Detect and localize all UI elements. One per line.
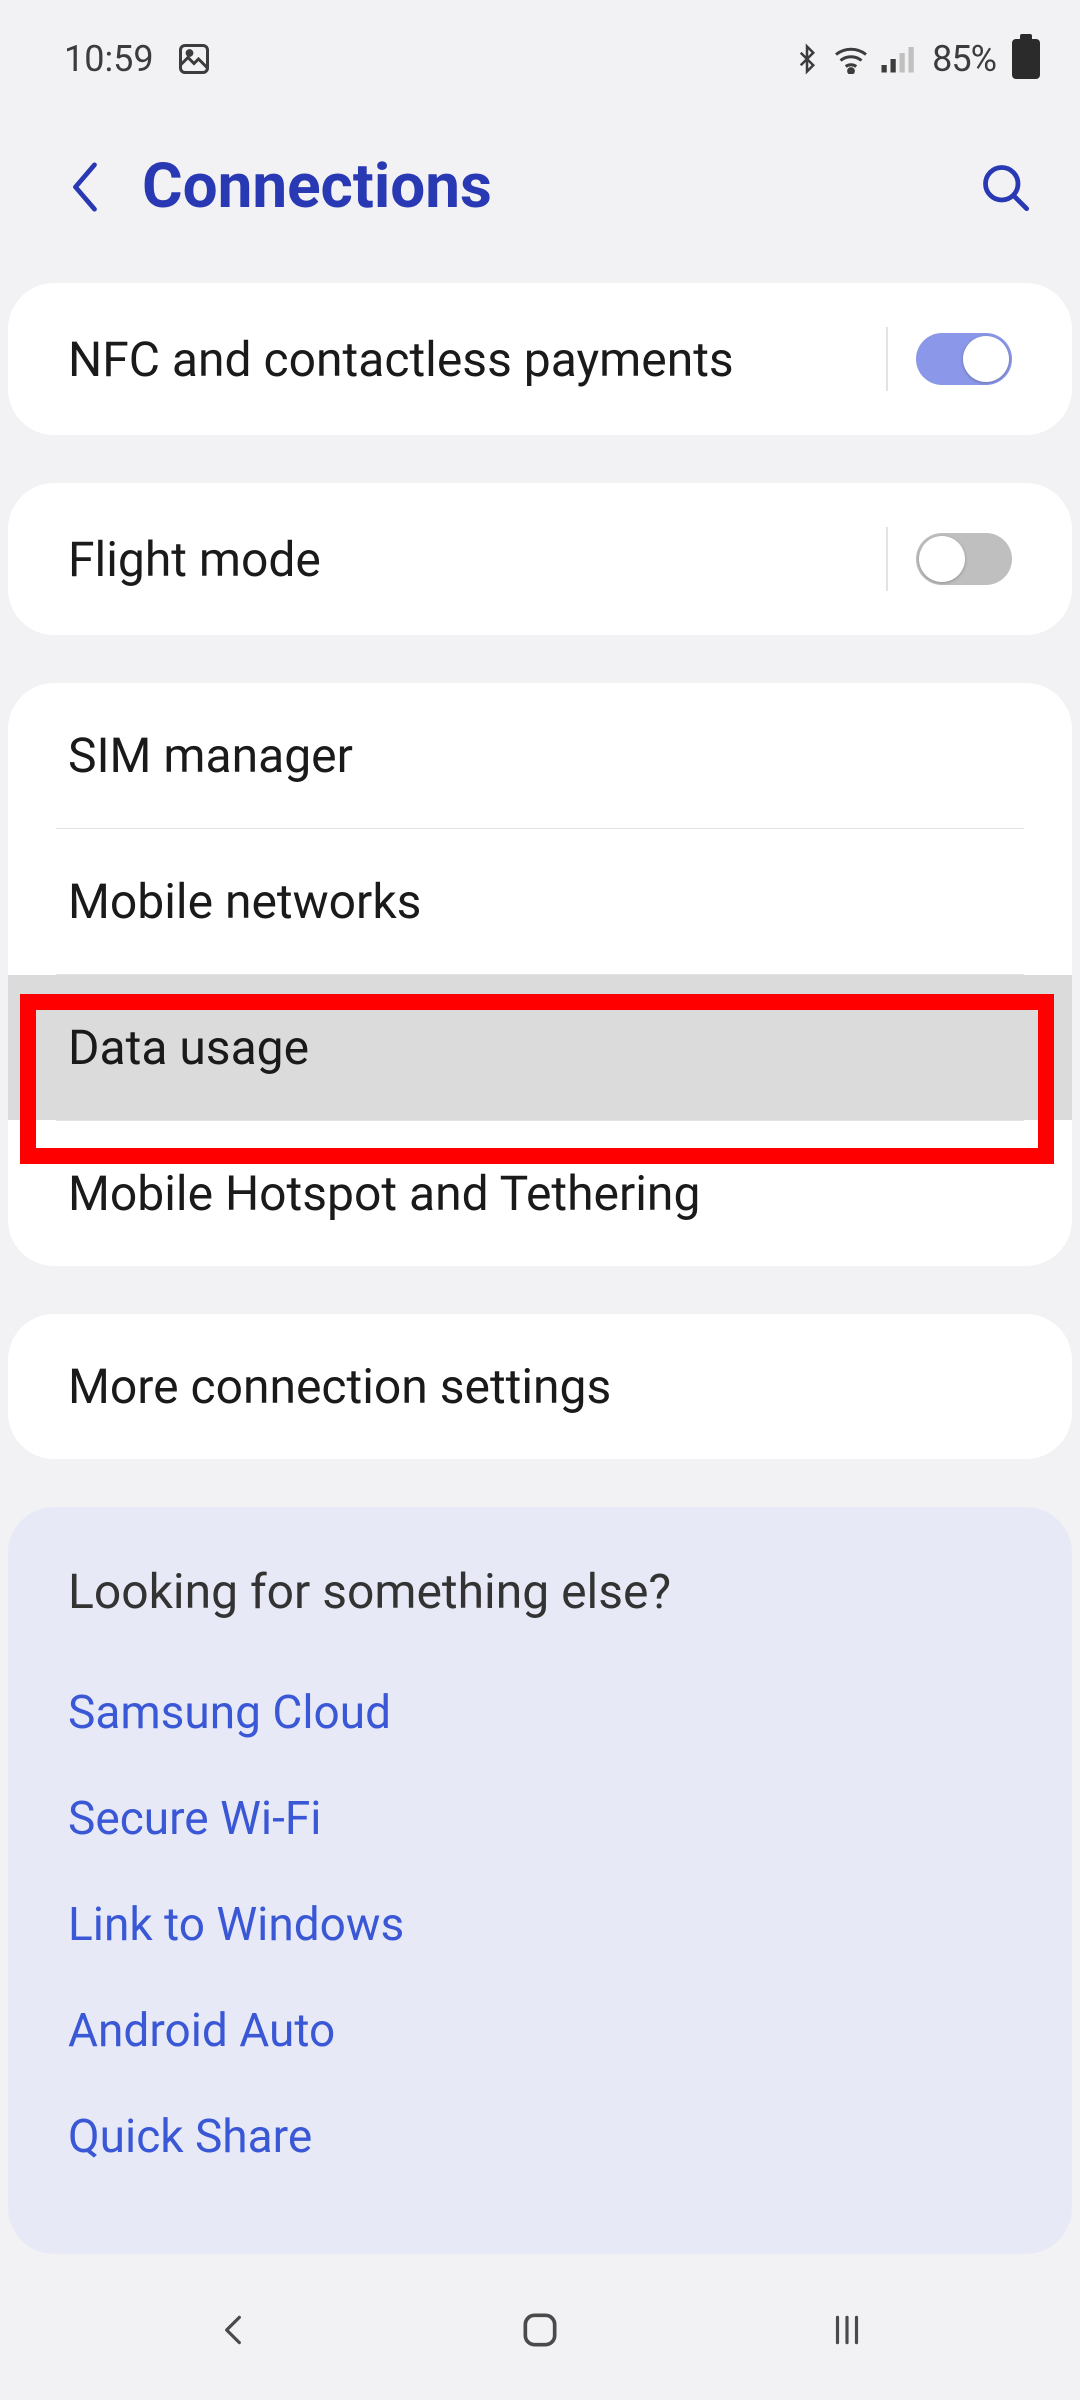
card-network-group: SIM manager Mobile networks Data usage M… <box>8 683 1072 1266</box>
row-label: More connection settings <box>68 1358 1012 1415</box>
status-bar: 10:59 <box>0 0 1080 90</box>
picture-icon <box>176 41 212 77</box>
suggestion-link-samsung-cloud[interactable]: Samsung Cloud <box>68 1660 1012 1766</box>
wifi-icon <box>832 44 870 74</box>
card-more-connection: More connection settings <box>8 1314 1072 1459</box>
suggestion-link-secure-wifi[interactable]: Secure Wi-Fi <box>68 1766 1012 1872</box>
suggestions-title: Looking for something else? <box>68 1563 1012 1620</box>
signal-icon <box>880 44 916 74</box>
row-label: Mobile Hotspot and Tethering <box>68 1165 1012 1222</box>
row-label: SIM manager <box>68 727 1012 784</box>
flight-mode-toggle[interactable] <box>916 533 1012 585</box>
row-more-connection[interactable]: More connection settings <box>8 1314 1072 1459</box>
status-time: 10:59 <box>64 38 154 80</box>
toggle-separator <box>886 527 888 591</box>
nav-recents-button[interactable] <box>787 2295 907 2365</box>
back-button[interactable] <box>50 152 120 222</box>
row-mobile-networks[interactable]: Mobile networks <box>8 829 1072 974</box>
page-title: Connections <box>142 150 970 223</box>
nav-back-button[interactable] <box>173 2295 293 2365</box>
nfc-toggle[interactable] <box>916 333 1012 385</box>
nav-home-button[interactable] <box>480 2295 600 2365</box>
suggestion-link-quick-share[interactable]: Quick Share <box>68 2084 1012 2190</box>
row-label: Data usage <box>68 1019 1012 1076</box>
row-data-usage[interactable]: Data usage <box>8 975 1072 1120</box>
page-header: Connections <box>0 90 1080 283</box>
toggle-wrap <box>886 327 1012 391</box>
row-label: Flight mode <box>68 531 886 588</box>
row-hotspot-tethering[interactable]: Mobile Hotspot and Tethering <box>8 1121 1072 1266</box>
card-nfc: NFC and contactless payments <box>8 283 1072 435</box>
suggestion-link-android-auto[interactable]: Android Auto <box>68 1978 1012 2084</box>
bluetooth-icon <box>792 42 822 76</box>
battery-percentage: 85% <box>932 38 996 80</box>
row-sim-manager[interactable]: SIM manager <box>8 683 1072 828</box>
toggle-separator <box>886 327 888 391</box>
row-label: Mobile networks <box>68 873 1012 930</box>
row-nfc[interactable]: NFC and contactless payments <box>8 283 1072 435</box>
system-nav-bar <box>0 2270 1080 2400</box>
row-flight-mode[interactable]: Flight mode <box>8 483 1072 635</box>
status-left: 10:59 <box>64 38 212 80</box>
suggestion-link-link-to-windows[interactable]: Link to Windows <box>68 1872 1012 1978</box>
card-flight-mode: Flight mode <box>8 483 1072 635</box>
row-label: NFC and contactless payments <box>68 331 886 388</box>
search-button[interactable] <box>970 152 1040 222</box>
toggle-wrap <box>886 527 1012 591</box>
suggestions-card: Looking for something else? Samsung Clou… <box>8 1507 1072 2254</box>
status-right: 85% <box>792 38 1040 80</box>
battery-icon <box>1012 39 1040 79</box>
